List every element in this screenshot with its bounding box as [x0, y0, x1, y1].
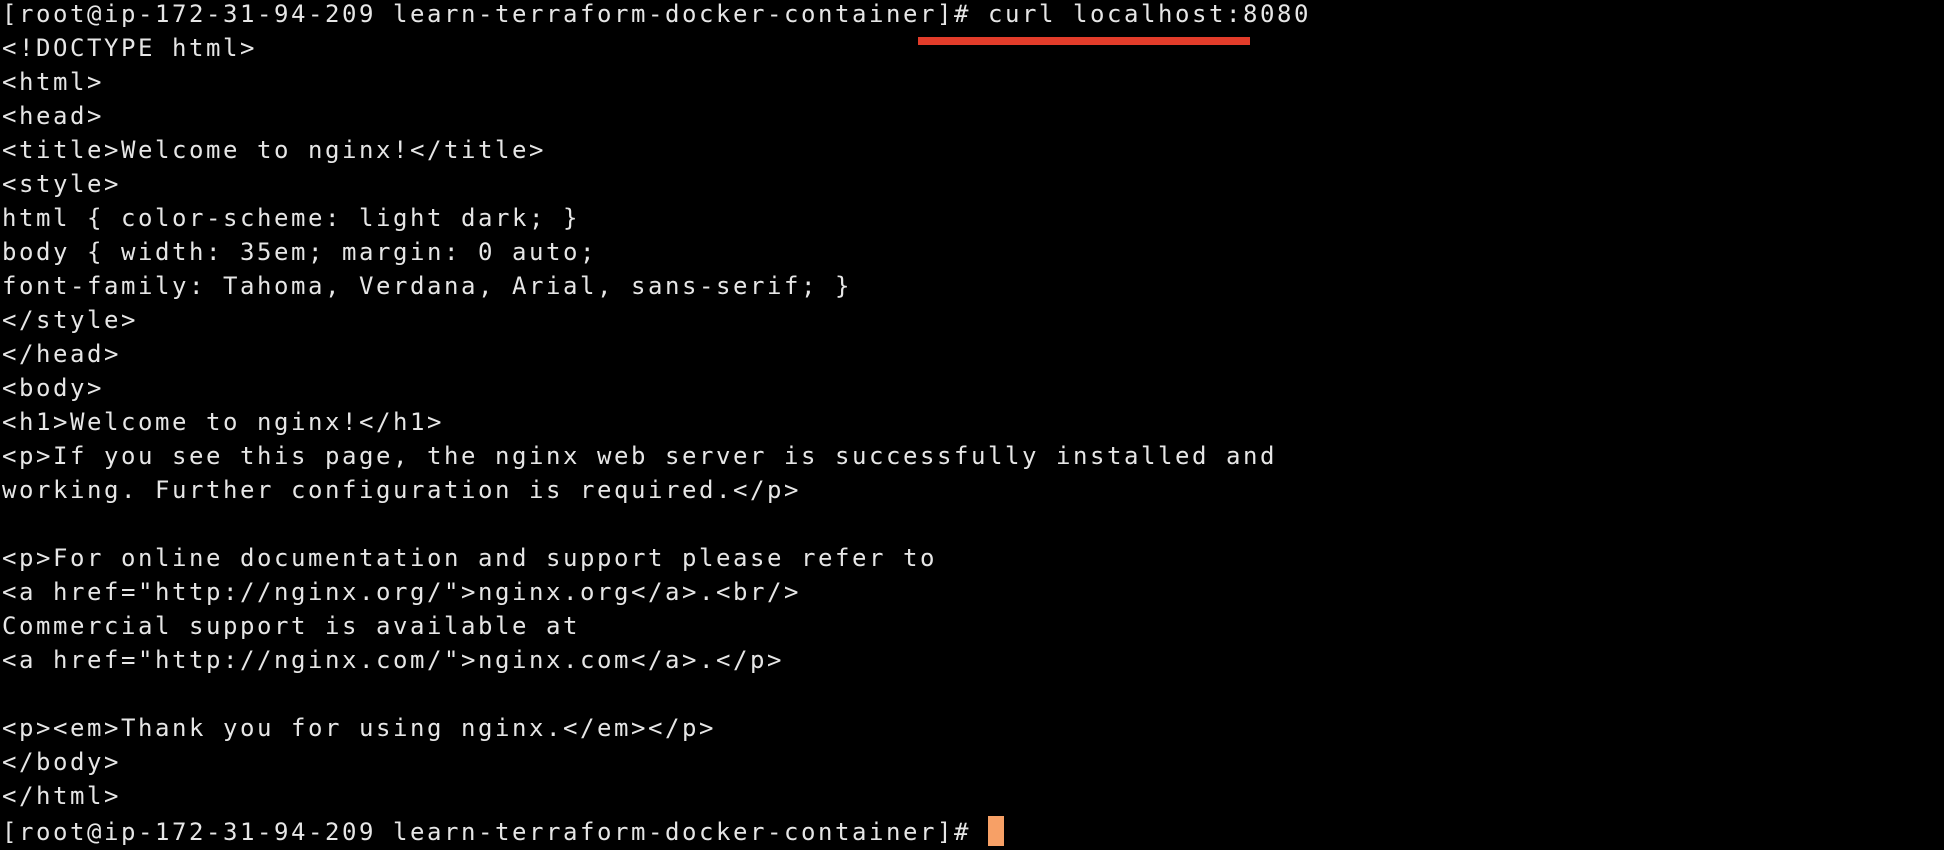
- output-line: </body>: [2, 748, 121, 776]
- shell-prompt: [root@ip-172-31-94-209 learn-terraform-d…: [2, 818, 988, 846]
- output-line: <p><em>Thank you for using nginx.</em></…: [2, 714, 716, 742]
- shell-prompt: [root@ip-172-31-94-209 learn-terraform-d…: [2, 0, 988, 28]
- output-line-blank: [2, 510, 1311, 544]
- terminal-window[interactable]: [root@ip-172-31-94-209 learn-terraform-d…: [0, 0, 1944, 850]
- output-line: <a href="http://nginx.com/">nginx.com</a…: [2, 646, 784, 674]
- output-line: <html>: [2, 68, 104, 96]
- command-highlight-underline: [918, 37, 1250, 45]
- output-line: Commercial support is available at: [2, 612, 580, 640]
- output-line: </html>: [2, 782, 121, 810]
- output-line: <style>: [2, 170, 121, 198]
- output-line: <a href="http://nginx.org/">nginx.org</a…: [2, 578, 801, 606]
- text-cursor: [987, 816, 1004, 846]
- command-line: [root@ip-172-31-94-209 learn-terraform-d…: [2, 0, 1311, 34]
- output-line: html { color-scheme: light dark; }: [2, 204, 580, 232]
- output-line: body { width: 35em; margin: 0 auto;: [2, 238, 597, 266]
- command-text: curl localhost:8080: [987, 0, 1311, 28]
- output-line: <head>: [2, 102, 104, 130]
- output-line: working. Further configuration is requir…: [2, 476, 801, 504]
- output-line: <title>Welcome to nginx!</title>: [2, 136, 546, 164]
- output-line: <body>: [2, 374, 104, 402]
- output-line: <p>If you see this page, the nginx web s…: [2, 442, 1277, 470]
- terminal-output: [root@ip-172-31-94-209 learn-terraform-d…: [2, 0, 1311, 850]
- input-line[interactable]: [root@ip-172-31-94-209 learn-terraform-d…: [2, 816, 1311, 850]
- output-line-blank: [2, 680, 1311, 714]
- output-line: </style>: [2, 306, 138, 334]
- output-line: </head>: [2, 340, 121, 368]
- output-line: <p>For online documentation and support …: [2, 544, 937, 572]
- output-line: font-family: Tahoma, Verdana, Arial, san…: [2, 272, 852, 300]
- output-line: <h1>Welcome to nginx!</h1>: [2, 408, 444, 436]
